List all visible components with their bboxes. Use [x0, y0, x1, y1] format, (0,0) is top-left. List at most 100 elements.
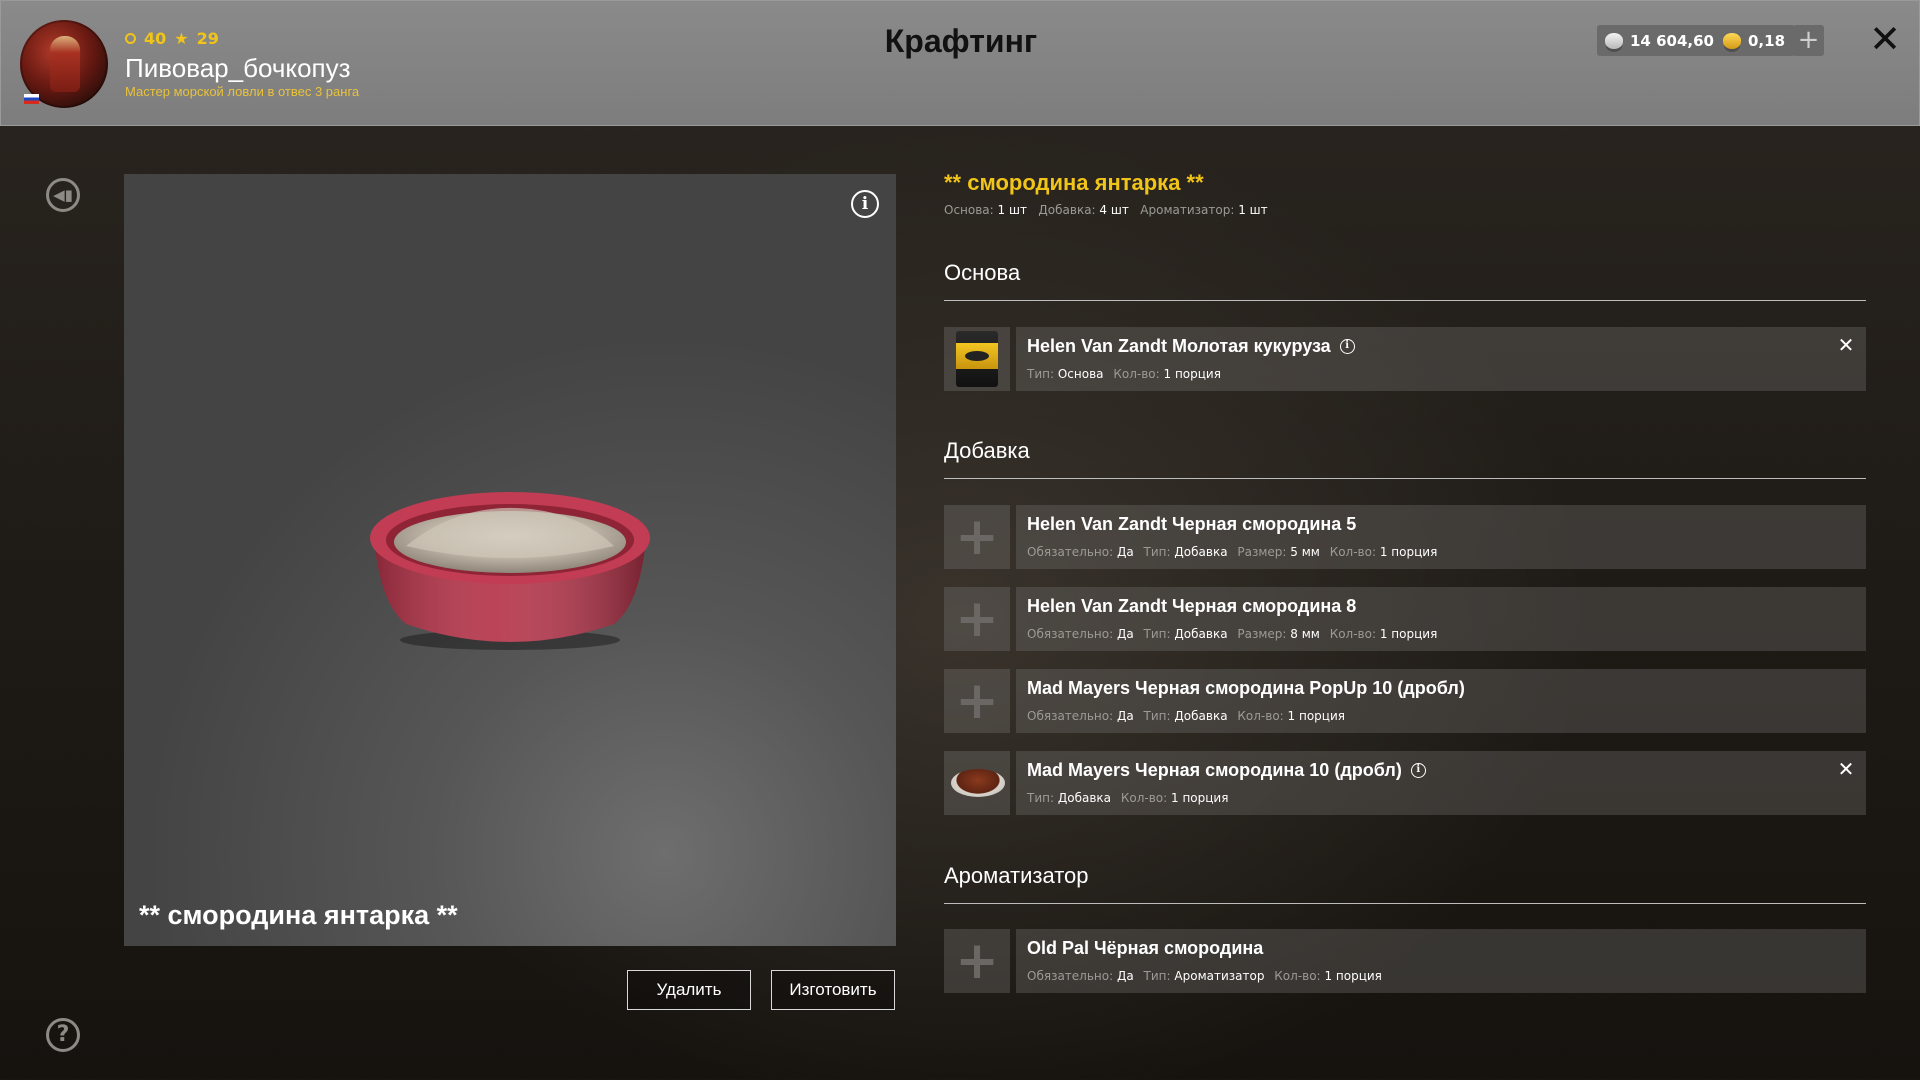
section-divider [944, 478, 1866, 479]
meta-value: 1 порция [1379, 545, 1438, 559]
meta-value: Добавка [1057, 791, 1112, 805]
ingredient-slot-additive-3[interactable]: + Mad Mayers Черная смородина PopUp 10 (… [944, 669, 1866, 733]
meta-label: Обязательно: [1027, 627, 1114, 641]
plus-icon[interactable]: + [944, 669, 1010, 733]
summary-value: 1 шт [997, 203, 1027, 217]
meta-label: Тип: [1027, 791, 1055, 805]
meta-label: Кол-во: [1329, 545, 1377, 559]
ingredient-meta: Тип: Основа Кол-во: 1 порция [1027, 367, 1227, 381]
meta-value: Да [1116, 969, 1134, 983]
recipe-title: ** смородина янтарка ** [944, 170, 1204, 195]
russia-flag-icon [24, 94, 39, 104]
meta-label: Кол-во: [1329, 627, 1377, 641]
ingredient-name-row: Helen Van Zandt Черная смородина 5 [1027, 514, 1356, 535]
ingredient-body: Mad Mayers Черная смородина 10 (дробл) i… [1016, 751, 1866, 815]
ingredient-name-row: Old Pal Чёрная смородина [1027, 938, 1263, 959]
silver-balance: 14 604,60 [1597, 25, 1724, 56]
meta-label: Кол-во: [1120, 791, 1168, 805]
back-icon[interactable]: ◀▮ [46, 178, 80, 212]
delete-button[interactable]: Удалить [627, 970, 751, 1010]
section-divider [944, 300, 1866, 301]
close-icon[interactable]: ✕ [1865, 19, 1905, 59]
section-divider [944, 903, 1866, 904]
ingredient-slot-base[interactable]: Helen Van Zandt Молотая кукуруза i Тип: … [944, 327, 1866, 391]
ingredient-thumbnail [944, 751, 1010, 815]
gold-amount: 0,18 [1748, 31, 1786, 50]
meta-value: 1 порция [1379, 627, 1438, 641]
ingredient-name: Old Pal Чёрная смородина [1027, 938, 1264, 958]
ingredient-slot-additive-1[interactable]: + Helen Van Zandt Черная смородина 5 Обя… [944, 505, 1866, 569]
meta-value: 1 порция [1324, 969, 1382, 983]
bag-fish [965, 351, 989, 361]
craft-button[interactable]: Изготовить [771, 970, 895, 1010]
ingredient-name-row: Helen Van Zandt Черная смородина 8 [1027, 596, 1356, 617]
ingredient-name: Helen Van Zandt Черная смородина 8 [1027, 596, 1357, 616]
meta-value: 1 порция [1171, 791, 1229, 805]
meta-value: Основа [1057, 367, 1104, 381]
meta-value: 1 порция [1163, 367, 1221, 381]
meta-value: Да [1116, 627, 1134, 641]
meta-label: Кол-во: [1113, 367, 1160, 381]
meta-label: Размер: [1237, 545, 1287, 559]
ingredient-thumbnail [944, 327, 1010, 391]
plus-icon[interactable]: + [944, 505, 1010, 569]
ingredient-meta: Обязательно: Да Тип: Добавка Кол-во: 1 п… [1027, 709, 1351, 723]
summary-label: Добавка: [1038, 203, 1096, 217]
ingredient-body: Helen Van Zandt Черная смородина 5 Обяза… [1016, 505, 1866, 569]
ingredient-name: Mad Mayers Черная смородина 10 (дробл) [1027, 760, 1402, 780]
crushed-bait-icon [951, 769, 1005, 797]
plus-icon[interactable]: + [944, 929, 1010, 993]
meta-label: Размер: [1237, 627, 1287, 641]
meta-label: Обязательно: [1027, 969, 1114, 983]
summary-label: Ароматизатор: [1140, 203, 1235, 217]
meta-value: Да [1116, 709, 1134, 723]
info-icon[interactable]: i [1339, 339, 1355, 354]
add-currency-button[interactable]: + [1793, 25, 1824, 56]
ingredient-meta: Обязательно: Да Тип: Добавка Размер: 8 м… [1027, 627, 1443, 641]
meta-label: Тип: [1143, 627, 1171, 641]
meta-label: Кол-во: [1237, 709, 1284, 723]
ingredient-slot-flavor[interactable]: + Old Pal Чёрная смородина Обязательно: … [944, 929, 1866, 993]
groundbait-bag-icon [956, 331, 998, 387]
preview-item-name: ** смородина янтарка ** [139, 900, 458, 930]
section-title-flavor: Ароматизатор [944, 863, 1089, 888]
gold-coin-icon [1723, 32, 1741, 49]
meta-label: Кол-во: [1274, 969, 1321, 983]
meta-value: Ароматизатор [1174, 969, 1265, 983]
info-icon[interactable]: i [1410, 763, 1426, 778]
meta-label: Тип: [1143, 545, 1171, 559]
meta-label: Обязательно: [1027, 709, 1114, 723]
meta-value: 5 мм [1290, 545, 1320, 559]
section-title-base: Основа [944, 260, 1021, 285]
ingredient-name: Mad Mayers Черная смородина PopUp 10 (др… [1027, 678, 1465, 698]
recipe-summary: Основа: 1 шт Добавка: 4 шт Ароматизатор:… [944, 203, 1268, 217]
meta-label: Обязательно: [1027, 545, 1114, 559]
ingredient-meta: Тип: Добавка Кол-во: 1 порция [1027, 791, 1234, 805]
info-icon[interactable]: i [851, 190, 879, 218]
meta-label: Тип: [1143, 709, 1171, 723]
help-icon[interactable]: ? [46, 1018, 80, 1052]
meta-value: Добавка [1174, 709, 1228, 723]
ingredient-slot-additive-2[interactable]: + Helen Van Zandt Черная смородина 8 Обя… [944, 587, 1866, 651]
meta-value: Да [1116, 545, 1134, 559]
groundbait-bowl-image [370, 492, 650, 650]
summary-label: Основа: [944, 203, 994, 217]
section-title-additive: Добавка [944, 438, 1030, 463]
plus-icon[interactable]: + [944, 587, 1010, 651]
gold-balance: 0,18 [1715, 25, 1796, 56]
ingredient-meta: Обязательно: Да Тип: Добавка Размер: 5 м… [1027, 545, 1443, 559]
remove-ingredient-icon[interactable]: ✕ [1836, 335, 1856, 355]
top-bar: 40 ★ 29 Пивовар_бочкопуз Мастер морской … [0, 0, 1920, 126]
ingredient-body: Mad Mayers Черная смородина PopUp 10 (др… [1016, 669, 1866, 733]
silver-coin-icon [1605, 32, 1623, 49]
meta-label: Тип: [1143, 969, 1171, 983]
meta-value: 8 мм [1290, 627, 1320, 641]
player-rank: Мастер морской ловли в отвес 3 ранга [125, 84, 360, 99]
remove-ingredient-icon[interactable]: ✕ [1836, 759, 1856, 779]
ingredient-name: Helen Van Zandt Черная смородина 5 [1027, 514, 1357, 534]
ingredient-meta: Обязательно: Да Тип: Ароматизатор Кол-во… [1027, 969, 1388, 983]
ingredient-slot-additive-4[interactable]: Mad Mayers Черная смородина 10 (дробл) i… [944, 751, 1866, 815]
meta-value: 1 порция [1287, 709, 1345, 723]
meta-value: Добавка [1174, 627, 1228, 641]
ingredient-name-row: Mad Mayers Черная смородина PopUp 10 (др… [1027, 678, 1465, 699]
